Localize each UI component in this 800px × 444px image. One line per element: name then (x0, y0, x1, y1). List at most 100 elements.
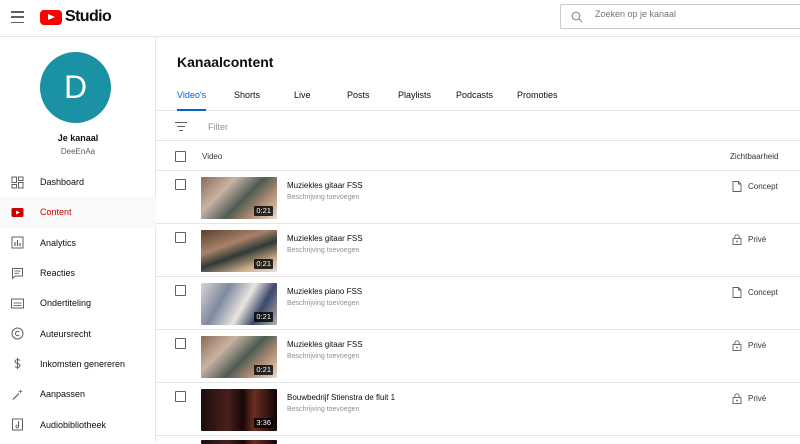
tab-shorts[interactable]: Shorts (234, 90, 260, 111)
video-thumbnail[interactable] (201, 440, 277, 444)
comments-icon (12, 267, 23, 280)
search-icon (571, 11, 583, 23)
avatar[interactable]: D (40, 52, 111, 123)
sidebar-item-analytics[interactable]: Analytics (0, 228, 156, 258)
main-content: Kanaalcontent Video's Shorts Live Posts … (156, 37, 800, 444)
video-thumbnail[interactable]: 0:21 (201, 177, 277, 219)
search-box[interactable] (560, 4, 800, 29)
subtitles-icon (11, 298, 24, 309)
draft-file-icon (732, 181, 742, 192)
row-checkbox[interactable] (175, 338, 186, 349)
filter-input[interactable]: Filter (208, 122, 228, 132)
row-checkbox[interactable] (175, 179, 186, 190)
lock-icon (732, 393, 742, 404)
video-title[interactable]: Muziekles piano FSS (287, 287, 362, 296)
visibility-label: Privé (748, 235, 767, 244)
sidebar-item-label: Ondertiteling (40, 298, 92, 309)
visibility-label: Concept (748, 288, 778, 297)
sidebar-item-monetization[interactable]: Inkomsten genereren (0, 349, 156, 379)
video-duration: 0:21 (254, 259, 273, 269)
lock-icon (732, 234, 742, 245)
tab-videos[interactable]: Video's (177, 90, 207, 111)
video-title[interactable]: Bouwbedrijf Stienstra de fluit 1 (287, 393, 395, 402)
sidebar-item-comments[interactable]: Reacties (0, 258, 156, 288)
lock-icon (732, 340, 742, 351)
row-checkbox[interactable] (175, 232, 186, 243)
sidebar-nav: Dashboard Content Analytics Reacties Ond… (0, 167, 156, 440)
customize-icon (12, 388, 23, 400)
table-row[interactable]: 0:21 Muziekles piano FSS Beschrijving to… (156, 277, 800, 330)
row-checkbox[interactable] (175, 391, 186, 402)
table-row[interactable] (156, 436, 800, 444)
video-description[interactable]: Beschrijving toevoegen (287, 247, 359, 254)
sidebar-item-subtitles[interactable]: Ondertiteling (0, 288, 156, 318)
visibility-status[interactable]: Concept (732, 181, 778, 192)
visibility-status[interactable]: Privé (732, 234, 766, 245)
visibility-label: Concept (748, 182, 778, 191)
sidebar-item-label: Auteursrecht (40, 328, 92, 339)
video-duration: 0:21 (254, 365, 273, 375)
table-row[interactable]: 0:21 Muziekles gitaar FSS Beschrijving t… (156, 224, 800, 277)
audio-library-icon (12, 418, 23, 431)
tab-live[interactable]: Live (294, 90, 311, 111)
video-duration: 3:36 (254, 418, 273, 428)
video-duration: 0:21 (254, 206, 273, 216)
channel-title: Je kanaal (57, 133, 99, 143)
video-thumbnail[interactable]: 0:21 (201, 283, 277, 325)
visibility-label: Privé (748, 394, 767, 403)
avatar-letter: D (63, 69, 88, 105)
visibility-label: Privé (748, 341, 767, 350)
video-thumbnail[interactable]: 0:21 (201, 230, 277, 272)
video-title[interactable]: Muziekles gitaar FSS (287, 234, 363, 243)
column-header-visibility[interactable]: Zichtbaarheid (730, 152, 778, 161)
sidebar-item-customize[interactable]: Aanpassen (0, 379, 156, 409)
sidebar-item-dashboard[interactable]: Dashboard (0, 167, 156, 197)
hamburger-menu-icon[interactable] (11, 11, 24, 23)
video-description[interactable]: Beschrijving toevoegen (287, 194, 359, 201)
video-description[interactable]: Beschrijving toevoegen (287, 300, 359, 307)
video-title[interactable]: Muziekles gitaar FSS (287, 181, 363, 190)
copyright-icon (11, 327, 24, 340)
visibility-status[interactable]: Concept (732, 287, 778, 298)
dashboard-icon (11, 176, 24, 189)
visibility-status[interactable]: Privé (732, 393, 766, 404)
sidebar-item-content[interactable]: Content (0, 197, 156, 228)
select-all-checkbox[interactable] (175, 151, 186, 162)
sidebar-item-audio-library[interactable]: Audiobibliotheek (0, 409, 156, 439)
row-checkbox[interactable] (175, 285, 186, 296)
table-row[interactable]: 0:21 Muziekles gitaar FSS Beschrijving t… (156, 171, 800, 224)
tab-podcasts[interactable]: Podcasts (456, 90, 493, 111)
sidebar: D Je kanaal DeeEnAa Dashboard Content An… (0, 37, 156, 443)
tab-posts[interactable]: Posts (347, 90, 370, 111)
video-description[interactable]: Beschrijving toevoegen (287, 406, 359, 413)
tab-playlists[interactable]: Playlists (398, 90, 431, 111)
top-bar: Studio (0, 0, 800, 37)
filter-icon[interactable] (175, 122, 187, 131)
table-row[interactable]: 0:21 Muziekles gitaar FSS Beschrijving t… (156, 330, 800, 383)
video-duration: 0:21 (254, 312, 273, 322)
search-input[interactable] (595, 9, 795, 19)
sidebar-item-label: Reacties (40, 268, 76, 279)
visibility-status[interactable]: Privé (732, 340, 766, 351)
sidebar-item-label: Inkomsten genereren (40, 358, 126, 369)
sidebar-item-label: Analytics (40, 237, 77, 248)
logo-text: Studio (65, 8, 112, 25)
content-tabs: Video's Shorts Live Posts Playlists Podc… (156, 85, 800, 111)
sidebar-item-label: Content (40, 207, 72, 218)
sidebar-item-label: Audiobibliotheek (40, 419, 107, 430)
video-title[interactable]: Muziekles gitaar FSS (287, 340, 363, 349)
video-thumbnail[interactable]: 3:36 (201, 389, 277, 431)
column-header-video: Video (202, 152, 223, 161)
filter-bar[interactable]: Filter (156, 112, 800, 141)
video-description[interactable]: Beschrijving toevoegen (287, 353, 359, 360)
table-row[interactable]: 3:36 Bouwbedrijf Stienstra de fluit 1 Be… (156, 383, 800, 436)
video-thumbnail[interactable]: 0:21 (201, 336, 277, 378)
table-header: Video Zichtbaarheid (156, 141, 800, 171)
content-icon (11, 207, 24, 217)
studio-logo[interactable]: Studio (40, 8, 112, 26)
youtube-play-icon (40, 9, 62, 25)
sidebar-item-copyright[interactable]: Auteursrecht (0, 318, 156, 348)
sidebar-item-label: Dashboard (40, 177, 85, 188)
tab-promotions[interactable]: Promoties (517, 90, 558, 111)
analytics-icon (11, 236, 24, 249)
